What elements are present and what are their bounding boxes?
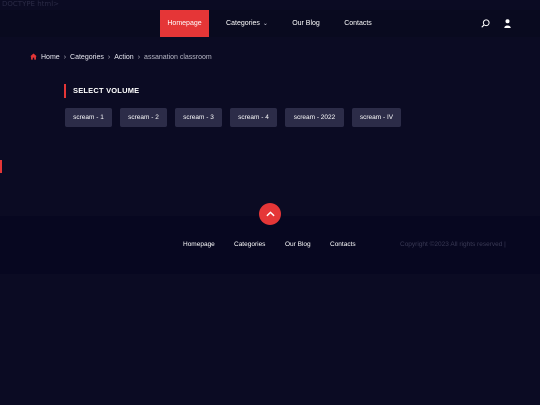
breadcrumb: Home › Categories › Action › assanation … [30, 51, 212, 63]
home-icon [30, 52, 37, 62]
nav-categories[interactable]: Categories ⌄ [221, 10, 273, 37]
chevron-right-icon: › [63, 53, 67, 61]
doctype-text: DOCTYPE html> [2, 0, 60, 8]
volume-button[interactable]: scream - 2022 [285, 108, 344, 127]
breadcrumb-current: assanation classroom [144, 53, 212, 61]
top-navbar: Homepage Categories ⌄ Our Blog Contacts [0, 10, 540, 37]
volume-button[interactable]: scream - 3 [175, 108, 222, 127]
footer-link-our-blog[interactable]: Our Blog [285, 241, 311, 248]
user-icon[interactable] [501, 10, 513, 37]
section-title: SELECT VOLUME [73, 86, 140, 95]
volume-button[interactable]: scream - 4 [230, 108, 277, 127]
volume-button[interactable]: scream - IV [352, 108, 401, 127]
footer-link-homepage[interactable]: Homepage [183, 241, 215, 248]
chevron-up-icon [265, 211, 275, 217]
breadcrumb-action[interactable]: Action [114, 54, 133, 61]
side-accent-marker [0, 160, 2, 173]
back-to-top-button[interactable] [259, 203, 281, 225]
nav-our-blog[interactable]: Our Blog [287, 10, 325, 37]
volume-button[interactable]: scream - 1 [65, 108, 112, 127]
nav-categories-label: Categories [226, 20, 260, 27]
breadcrumb-categories[interactable]: Categories [70, 54, 104, 61]
chevron-right-icon: › [107, 53, 111, 61]
search-icon[interactable] [479, 10, 491, 37]
chevron-down-icon: ⌄ [262, 21, 268, 27]
chevron-right-icon: › [137, 53, 141, 61]
footer-link-categories[interactable]: Categories [234, 241, 265, 248]
volume-button[interactable]: scream - 2 [120, 108, 167, 127]
copyright-text: Copyright ©2023 All rights reserved | [400, 241, 506, 248]
nav-homepage[interactable]: Homepage [160, 10, 209, 37]
footer-link-contacts[interactable]: Contacts [330, 241, 356, 248]
breadcrumb-home[interactable]: Home [41, 54, 60, 61]
nav-contacts[interactable]: Contacts [339, 10, 377, 37]
section-title-accent [64, 84, 66, 98]
